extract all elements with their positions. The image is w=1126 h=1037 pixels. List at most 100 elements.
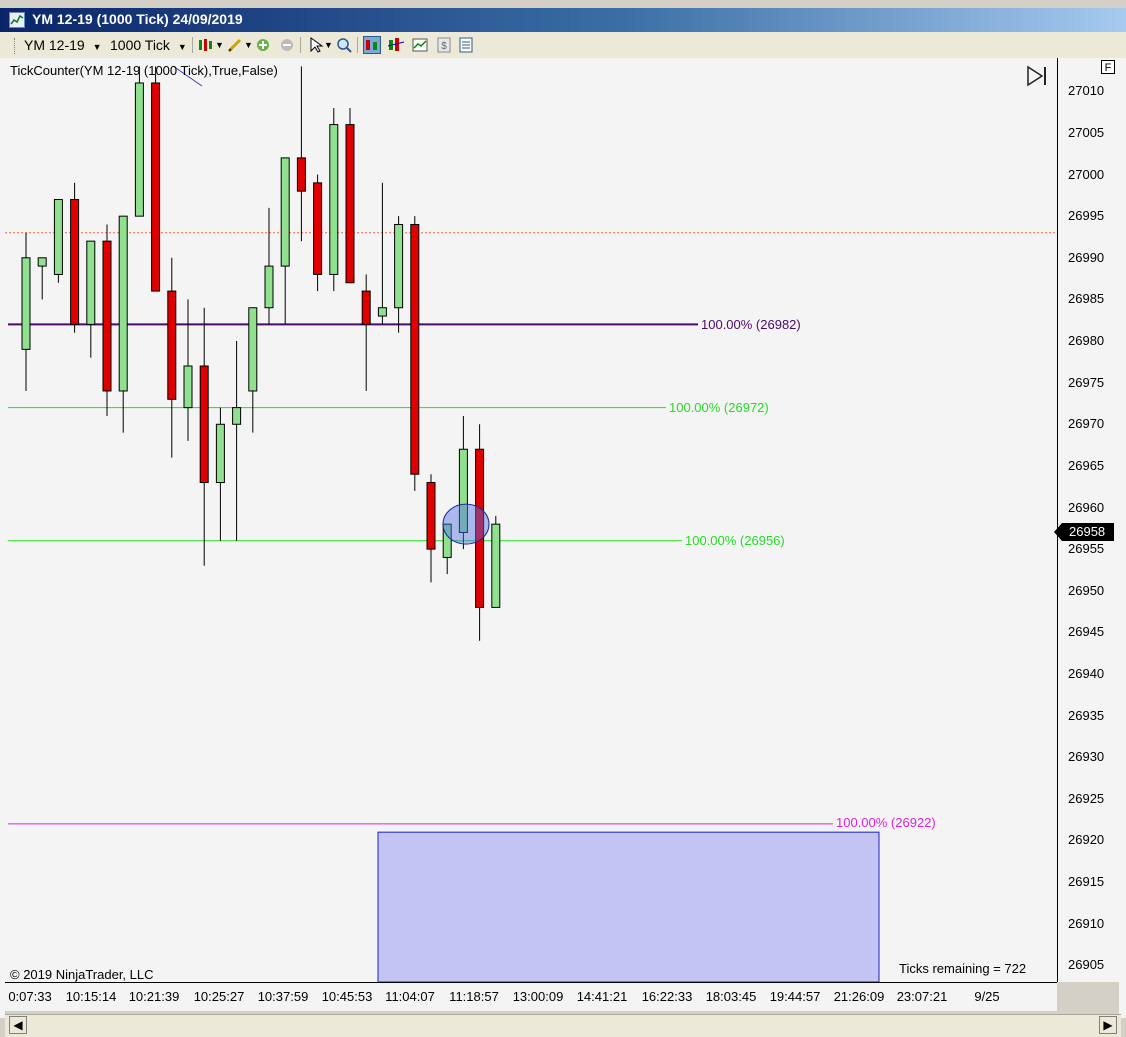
candle-up (53, 199, 63, 275)
chevron-down-icon: ▼ (92, 42, 102, 52)
price-tick-label: 26955 (1068, 541, 1105, 557)
interval-selector[interactable]: 1000 Tick ▼ (110, 35, 187, 55)
zoom-icon[interactable] (335, 36, 353, 54)
time-tick-label: 19:44:57 (769, 989, 821, 1004)
candle-up (280, 157, 290, 267)
remove-icon[interactable] (278, 36, 296, 54)
level-label-green-lower: 100.00% (26956) (685, 533, 785, 548)
chevron-down-icon: ▼ (177, 42, 187, 52)
candle-down (313, 182, 323, 275)
candle-down (296, 157, 306, 192)
price-tick-label: 26905 (1068, 957, 1105, 973)
candlestick-plot[interactable] (5, 58, 1057, 982)
properties-icon[interactable] (457, 36, 475, 54)
time-tick-label: 9/25 (974, 989, 1000, 1004)
candle-down (167, 290, 177, 400)
time-tick-label: 16:22:33 (641, 989, 693, 1004)
price-tick-label: 26920 (1068, 832, 1105, 848)
price-tick-label: 26975 (1068, 374, 1105, 390)
time-tick-label: 11:04:07 (385, 989, 435, 1004)
time-tick-label: 10:15:14 (65, 989, 117, 1004)
candle-up (232, 407, 242, 425)
price-tick-label: 26930 (1068, 749, 1105, 765)
price-tick-label: 26945 (1068, 624, 1105, 640)
price-tick-label: 26985 (1068, 291, 1105, 307)
horizontal-scrollbar[interactable]: ◀ ▶ (5, 1014, 1121, 1037)
chevron-down-icon[interactable]: ▼ (324, 35, 333, 55)
toolbar-separator (300, 37, 301, 53)
candle-down (102, 240, 112, 392)
chart-trader-icon[interactable] (363, 36, 381, 54)
dollar-icon[interactable]: $ (435, 36, 453, 54)
chart-toolbar: YM 12-19 ▼ 1000 Tick ▼ ▼ ▼ ▼ $ (0, 32, 1126, 59)
plus-icon[interactable] (254, 36, 272, 54)
toolbar-separator (192, 37, 193, 53)
time-tick-label: 18:03:45 (705, 989, 757, 1004)
price-tick-label: 26965 (1068, 457, 1105, 473)
candle-down (199, 365, 209, 484)
svg-text:$: $ (441, 41, 447, 52)
instrument-label: YM 12-19 (24, 37, 85, 53)
candle-up (248, 307, 258, 392)
candle-up (183, 365, 193, 409)
interval-label: 1000 Tick (110, 37, 170, 53)
candle-up (394, 223, 404, 309)
chart-right-border (1119, 58, 1126, 1018)
time-tick-label: 10:37:59 (257, 989, 309, 1004)
time-tick-label: 10:25:27 (193, 989, 245, 1004)
indicators-icon[interactable] (387, 36, 405, 54)
scroll-left-arrow-icon[interactable]: ◀ (9, 1016, 27, 1034)
bar-type-button[interactable] (197, 36, 215, 54)
time-tick-label: 23:07:21 (896, 989, 948, 1004)
price-tick-label: 26925 (1068, 790, 1105, 806)
candle-down (345, 124, 355, 284)
candle-up (134, 82, 144, 217)
chevron-down-icon[interactable]: ▼ (215, 35, 224, 55)
level-label-purple: 100.00% (26982) (701, 317, 801, 332)
candle-down (410, 223, 420, 475)
price-tick-label: 26970 (1068, 416, 1105, 432)
candle-down (151, 82, 161, 292)
copyright-notice: © 2019 NinjaTrader, LLC (10, 967, 154, 982)
toolbar-grip[interactable] (14, 38, 18, 54)
price-panel[interactable]: TickCounter(YM 12-19 (1000 Tick),True,Fa… (5, 58, 1057, 982)
price-tick-label: 27010 (1068, 83, 1105, 99)
time-tick-label: 10:45:53 (321, 989, 373, 1004)
highlight-ellipse (442, 503, 490, 545)
candle-down (70, 199, 80, 325)
ticks-remaining: Ticks remaining = 722 (899, 961, 1027, 976)
time-tick-label: 11:18:57 (449, 989, 499, 1004)
window-title-bar[interactable]: YM 12-19 (1000 Tick) 24/09/2019 (0, 8, 1126, 32)
cursor-icon[interactable] (307, 36, 325, 54)
level-label-magenta: 100.00% (26922) (836, 815, 936, 830)
candle-up (329, 124, 339, 275)
pencil-icon[interactable] (226, 36, 244, 54)
price-tick-label: 26910 (1068, 915, 1105, 931)
candle-down (361, 290, 371, 325)
time-tick-label: 21:26:09 (833, 989, 885, 1004)
price-tick-label: 26915 (1068, 874, 1105, 890)
price-tick-label: 26935 (1068, 707, 1105, 723)
f-tag[interactable]: F (1101, 60, 1115, 74)
price-tick-label: 27000 (1068, 166, 1105, 182)
candle-up (491, 523, 501, 608)
chart-app-icon (9, 12, 25, 28)
current-price-tag: 26958 (1054, 523, 1114, 541)
strategy-icon[interactable] (411, 36, 429, 54)
chevron-down-icon[interactable]: ▼ (244, 35, 253, 55)
price-axis[interactable]: F 27010 27005 27000 26995 26990 26985 26980 269… (1054, 58, 1120, 982)
price-tick-label: 26980 (1068, 333, 1105, 349)
level-label-green-upper: 100.00% (26972) (669, 400, 769, 415)
candle-up (118, 215, 128, 392)
indicator-label: TickCounter(YM 12-19 (1000 Tick),True,Fa… (10, 63, 278, 78)
candle-up (21, 257, 31, 350)
time-axis[interactable]: 0:07:33 10:15:14 10:21:39 10:25:27 10:37:59 1… (5, 982, 1057, 1011)
target-zone (377, 831, 880, 982)
price-tick-label: 26995 (1068, 208, 1105, 224)
instrument-selector[interactable]: YM 12-19 ▼ (24, 35, 102, 55)
candle-up (215, 423, 225, 484)
toolbar-separator (357, 37, 358, 53)
scroll-right-arrow-icon[interactable]: ▶ (1099, 1016, 1117, 1034)
candle-up (377, 307, 387, 317)
scroll-to-end-icon[interactable] (1025, 64, 1049, 88)
